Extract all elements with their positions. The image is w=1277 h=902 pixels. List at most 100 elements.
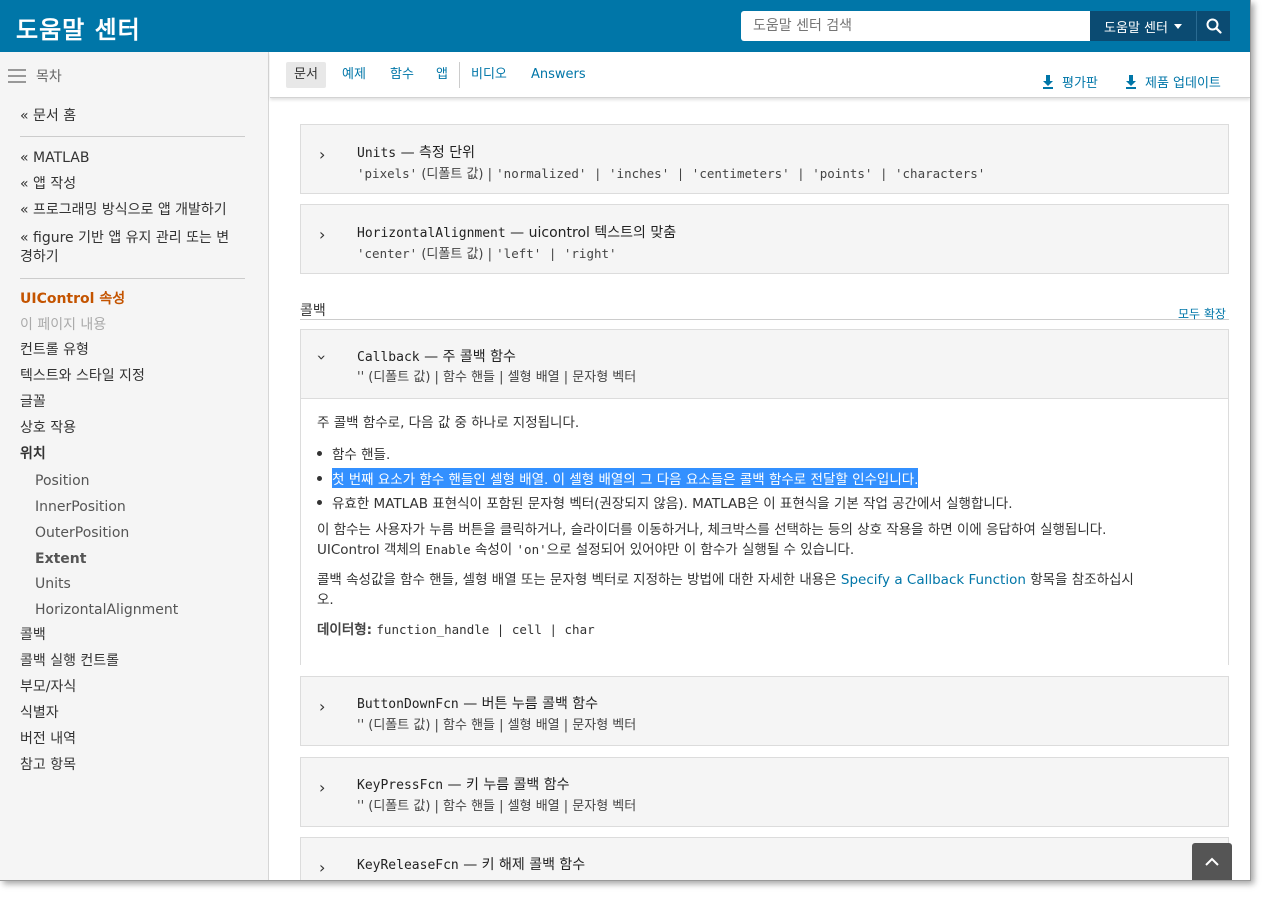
- download-icon: [1043, 74, 1053, 89]
- crumb-app-building[interactable]: « 앱 작성: [20, 175, 76, 194]
- callback-details: 주 콜백 함수로, 다음 값 중 하나로 지정됩니다. 함수 핸들. 첫 번째 …: [301, 398, 1228, 665]
- main-content: › Units — 측정 단위 'pixels' (디폴트 값) | 'norm…: [270, 97, 1250, 880]
- list-item-text: 유효한 MATLAB 표현식이 포함된 문자형 벡터(권장되지 않음). MAT…: [332, 496, 1013, 512]
- property-title[interactable]: Callback — 주 콜백 함수: [357, 346, 516, 366]
- search-button[interactable]: [1196, 11, 1230, 41]
- selected-text: 첫 번째 요소가 함수 핸들인 셀형 배열. 이 셀형 배열의 그 다음 요소들…: [332, 468, 919, 488]
- property-card-keypressfcn[interactable]: › KeyPressFcn — 키 누름 콜백 함수 '' (디폴트 값) | …: [300, 757, 1229, 827]
- sidebar-item-identifiers[interactable]: 식별자: [20, 704, 59, 723]
- data-type-label: 데이터형:: [317, 622, 373, 638]
- property-description: — 버튼 누름 콜백 함수: [463, 696, 599, 712]
- tab-documentation[interactable]: 문서: [286, 62, 326, 88]
- property-card-units[interactable]: › Units — 측정 단위 'pixels' (디폴트 값) | 'norm…: [300, 124, 1229, 194]
- trial-link[interactable]: 평가판: [1042, 72, 1098, 91]
- list-item: 함수 핸들.: [317, 443, 390, 463]
- expand-all-link[interactable]: 모두 확장: [1178, 305, 1226, 322]
- default-note: (디폴트 값): [421, 247, 484, 262]
- product-update-link[interactable]: 제품 업데이트: [1125, 72, 1221, 91]
- default-note: (디폴트 값): [421, 167, 484, 182]
- sidebar-current-page[interactable]: UIControl 속성: [20, 290, 125, 309]
- specify-callback-link[interactable]: Specify a Callback Function: [841, 572, 1026, 588]
- property-values: '' (디폴트 값) | 함수 핸들 | 셀형 배열 | 문자형 벡터: [357, 370, 637, 385]
- sidebar-item-version-history[interactable]: 버전 내역: [20, 730, 76, 749]
- sidebar-subitem-halign[interactable]: HorizontalAlignment: [35, 601, 178, 620]
- tab-divider: [459, 62, 460, 88]
- property-name: KeyPressFcn: [357, 778, 444, 793]
- back-to-top-button[interactable]: [1192, 843, 1232, 880]
- sidebar-item-control-type[interactable]: 컨트롤 유형: [20, 341, 89, 360]
- brand-title[interactable]: 도움말 센터: [16, 10, 141, 45]
- section-title-callbacks: 콜백: [300, 303, 326, 319]
- property-card-horizontal-alignment[interactable]: › HorizontalAlignment — uicontrol 텍스트의 맞…: [300, 204, 1229, 274]
- property-title: ButtonDownFcn — 버튼 누름 콜백 함수: [357, 693, 598, 713]
- data-type-line: 데이터형: function_handle | cell | char: [317, 620, 1217, 640]
- sidebar-subitem-position[interactable]: Position: [35, 472, 90, 491]
- search-input[interactable]: [741, 11, 1090, 41]
- tab-videos[interactable]: 비디오: [471, 62, 507, 88]
- property-values: '' (디폴트 값) | 함수 핸들 | 셀형 배열 | 문자형 벡터: [357, 718, 637, 733]
- sidebar-item-interactivity[interactable]: 상호 작용: [20, 419, 76, 438]
- sidebar-divider: [20, 136, 245, 137]
- crumb-matlab[interactable]: « MATLAB: [20, 149, 89, 168]
- sidebar-item-callback-execution[interactable]: 콜백 실행 컨트롤: [20, 652, 119, 671]
- tab-examples[interactable]: 예제: [342, 62, 366, 88]
- crumb-figure-apps[interactable]: « figure 기반 앱 유지 관리 또는 변: [20, 229, 229, 248]
- property-title: KeyPressFcn — 키 누름 콜백 함수: [357, 774, 570, 794]
- chevron-down-icon[interactable]: ›: [313, 354, 332, 360]
- sidebar-subitem-outerposition[interactable]: OuterPosition: [35, 524, 129, 543]
- trial-label: 평가판: [1062, 76, 1098, 91]
- sidebar-subitem-extent[interactable]: Extent: [35, 550, 86, 569]
- sidebar-divider: [20, 278, 245, 279]
- crumb-figure-apps-cont[interactable]: 경하기: [20, 248, 59, 267]
- product-update-label: 제품 업데이트: [1145, 76, 1221, 91]
- sidebar-item-see-also[interactable]: 참고 항목: [20, 756, 76, 775]
- para-text: 항목을 참조하십시: [1030, 572, 1134, 588]
- search-scope-dropdown[interactable]: 도움말 센터: [1090, 11, 1196, 41]
- property-description: — uicontrol 텍스트의 맞춤: [510, 225, 677, 241]
- crumb-programmatic-apps[interactable]: « 프로그래밍 방식으로 앱 개발하기: [20, 201, 227, 220]
- sidebar-on-page-label: 이 페이지 내용: [20, 317, 107, 333]
- toc-label: 목차: [36, 69, 62, 85]
- list-item-text: 함수 핸들.: [332, 447, 391, 463]
- property-name: Units: [357, 146, 397, 161]
- other-values: 'left' | 'right': [496, 246, 617, 261]
- property-name: ButtonDownFcn: [357, 697, 459, 712]
- sidebar-item-callbacks[interactable]: 콜백: [20, 626, 46, 645]
- sidebar-subitem-innerposition[interactable]: InnerPosition: [35, 498, 126, 517]
- tab-functions[interactable]: 함수: [390, 62, 414, 88]
- tab-apps[interactable]: 앱: [436, 62, 448, 88]
- default-value: 'center': [357, 246, 418, 261]
- top-bar: 도움말 센터 도움말 센터: [0, 0, 1250, 52]
- sidebar-subitem-units[interactable]: Units: [35, 575, 71, 594]
- property-name: HorizontalAlignment: [357, 226, 506, 241]
- chevron-right-icon: ›: [319, 858, 326, 877]
- list-item: 유효한 MATLAB 표현식이 포함된 문자형 벡터(권장되지 않음). MAT…: [317, 492, 1013, 512]
- chevron-up-icon: [1205, 857, 1219, 866]
- property-title: KeyReleaseFcn — 키 해제 콜백 함수: [357, 854, 585, 874]
- crumb-doc-home[interactable]: « 문서 홈: [20, 107, 76, 126]
- doc-tabs-bar: 문서 예제 함수 앱 비디오 Answers 평가판 제품 업데이트: [270, 52, 1250, 98]
- property-description: — 측정 단위: [400, 145, 476, 161]
- sidebar-item-font[interactable]: 글꼴: [20, 393, 46, 412]
- toc-toggle[interactable]: 목차: [8, 66, 62, 86]
- chevron-right-icon: ›: [319, 778, 326, 797]
- property-card-buttondownfcn[interactable]: › ButtonDownFcn — 버튼 누름 콜백 함수 '' (디폴트 값)…: [300, 676, 1229, 746]
- hamburger-icon: [8, 69, 26, 83]
- other-values: 'normalized' | 'inches' | 'centimeters' …: [496, 166, 986, 181]
- property-title: Units — 측정 단위: [357, 142, 475, 162]
- default-value: 'pixels': [357, 166, 418, 181]
- sidebar-item-location[interactable]: 위치: [20, 445, 46, 464]
- chevron-right-icon: ›: [319, 697, 326, 716]
- callback-intro: 주 콜백 함수로, 다음 값 중 하나로 지정됩니다.: [317, 415, 580, 431]
- caret-down-icon: [1173, 23, 1182, 29]
- list-item: 첫 번째 요소가 함수 핸들인 셀형 배열. 이 셀형 배열의 그 다음 요소들…: [317, 468, 919, 488]
- para-text: 콜백 속성값을 함수 핸들, 셀형 배열 또는 문자형 벡터로 지정하는 방법에…: [317, 572, 837, 588]
- para-text: 오.: [317, 592, 334, 608]
- property-values: '' (디폴트 값) | 함수 핸들 | 셀형 배열 | 문자형 벡터: [357, 799, 637, 814]
- callback-para2: 콜백 속성값을 함수 핸들, 셀형 배열 또는 문자형 벡터로 지정하는 방법에…: [317, 570, 1217, 610]
- tab-answers[interactable]: Answers: [531, 62, 586, 88]
- property-values: 'center' (디폴트 값) | 'left' | 'right': [357, 246, 617, 262]
- sidebar-item-text-style[interactable]: 텍스트와 스타일 지정: [20, 367, 145, 386]
- property-card-keyreleasefcn[interactable]: › KeyReleaseFcn — 키 해제 콜백 함수: [300, 837, 1229, 880]
- sidebar-item-parent-child[interactable]: 부모/자식: [20, 678, 76, 697]
